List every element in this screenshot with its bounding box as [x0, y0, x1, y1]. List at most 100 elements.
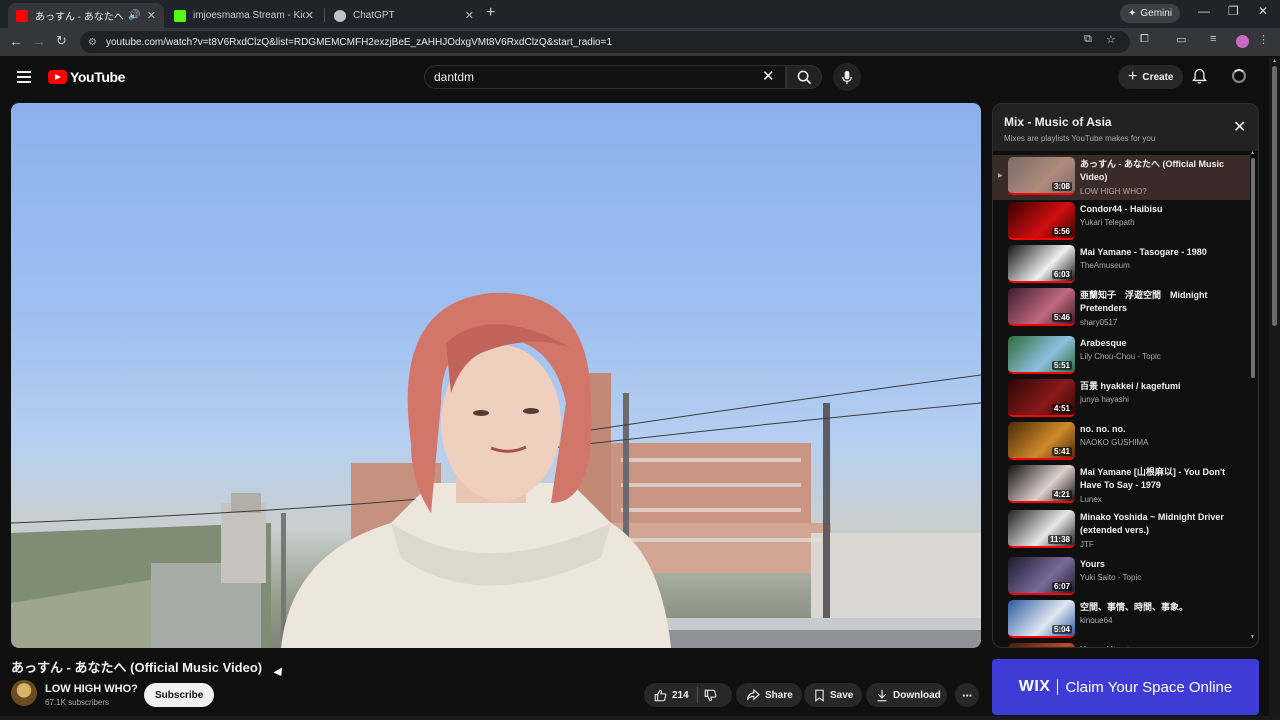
notifications-button[interactable] [1192, 68, 1207, 90]
playlist-thumbnail[interactable]: 5:51 [1008, 336, 1075, 374]
tab-youtube[interactable]: あっすん - あなたへ (Official M 🔊 ✕ [8, 3, 164, 28]
reload-icon[interactable]: ↻ [56, 33, 67, 49]
video-player[interactable] [11, 103, 981, 648]
playlist-item-channel: Lily Chou-Chou - Topic [1080, 352, 1161, 361]
duration-badge: 5:04 [1051, 625, 1072, 634]
playlist-item-title[interactable]: 亜蘭知子 浮遊空間 Midnight Pretenders [1080, 289, 1230, 315]
search-button[interactable] [786, 65, 822, 89]
youtube-logo[interactable]: YouTube [48, 69, 125, 85]
share-button[interactable]: Share [736, 683, 802, 707]
wix-ad-banner[interactable]: WIX Claim Your Space Online [992, 659, 1259, 715]
playlist-thumbnail[interactable]: 5:46 [1008, 288, 1075, 326]
reading-list-icon[interactable]: ≡ [1210, 33, 1216, 45]
browser-menu-icon[interactable]: ⋮ [1258, 33, 1269, 46]
playlist-item-title[interactable]: Arabesque [1080, 337, 1230, 350]
address-bar[interactable]: ⚙ youtube.com/watch?v=t8V6RxdClzQ&list=R… [80, 31, 1130, 53]
share-label: Share [765, 689, 793, 701]
voice-search-button[interactable] [833, 63, 861, 91]
download-button[interactable]: Download [866, 683, 947, 707]
ad-brand: WIX [1018, 678, 1051, 695]
playlist-scrollbar[interactable]: ▲ ▼ [1250, 150, 1256, 640]
playlist-thumbnail[interactable]: 5:41 [1008, 422, 1075, 460]
restore-icon[interactable]: ❐ [1228, 4, 1239, 18]
scroll-up-icon[interactable]: ▲ [1250, 150, 1255, 156]
page-scrollbar[interactable]: ▲ [1269, 58, 1280, 720]
account-avatar-loading[interactable] [1232, 69, 1246, 83]
gemini-button[interactable]: ✦ Gemini [1120, 4, 1181, 23]
extensions-icon[interactable]: ⧠ [1140, 33, 1149, 46]
browser-toolbar: ← → ↻ ⚙ youtube.com/watch?v=t8V6RxdClzQ&… [0, 28, 1280, 56]
back-icon[interactable]: ← [9, 33, 23, 49]
playlist-thumbnail[interactable]: 11:38 [1008, 510, 1075, 548]
playlist-item-title[interactable]: Yume Utsutsu [1080, 644, 1230, 647]
playlist-item[interactable]: 11:38 Minako Yoshida ~ Midnight Driver (e… [993, 508, 1250, 551]
playlist-item-title[interactable]: Yours [1080, 558, 1230, 571]
playlist-item[interactable]: 5:04 空間、事情、時間、事象。 kinoue64 [993, 598, 1250, 641]
install-app-icon[interactable]: ⧉ [1084, 33, 1092, 46]
playlist-item[interactable]: 5:41 no. no. no. NAOKO GUSHIMA [993, 420, 1250, 463]
channel-name[interactable]: LOW HIGH WHO? [45, 683, 138, 695]
channel-avatar[interactable] [11, 680, 37, 706]
forward-icon[interactable]: → [32, 33, 46, 49]
playlist-item-title[interactable]: Minako Yoshida ~ Midnight Driver (extend… [1080, 511, 1230, 537]
playlist-thumbnail[interactable]: 5:04 [1008, 600, 1075, 638]
playlist-thumbnail[interactable]: 4:21 [1008, 465, 1075, 503]
tab-search-icon[interactable]: ▭ [1176, 33, 1186, 46]
more-actions-button[interactable]: ··· [955, 683, 979, 707]
search-icon [797, 70, 811, 84]
site-info-icon[interactable]: ⚙ [88, 37, 104, 48]
playlist-thumbnail[interactable]: 4:51 [1008, 379, 1075, 417]
close-window-icon[interactable]: ✕ [1258, 4, 1268, 18]
playlist-item[interactable]: 6:07 Yours Yuki Saito - Topic [993, 555, 1250, 598]
playlist-item-title[interactable]: Mai Yamane - Tasogare - 1980 [1080, 246, 1230, 259]
playlist-item[interactable]: 4:21 Mai Yamane [山根麻以] - You Don't Have T… [993, 463, 1250, 506]
dislike-button[interactable] [704, 689, 717, 702]
playlist-item[interactable]: 5:51 Arabesque Lily Chou-Chou - Topic [993, 334, 1250, 377]
clear-search-icon[interactable]: ✕ [762, 67, 775, 85]
close-playlist-icon[interactable]: ✕ [1233, 117, 1246, 137]
thumbs-down-icon [704, 689, 717, 701]
minimize-icon[interactable]: — [1198, 4, 1210, 18]
share-arrow-icon [746, 689, 760, 701]
close-tab-icon[interactable]: ✕ [305, 9, 314, 22]
subscribe-button[interactable]: Subscribe [144, 683, 215, 707]
profile-avatar[interactable] [1236, 35, 1249, 48]
playlist-thumbnail[interactable]: 6:03 [1008, 245, 1075, 283]
playlist-item-title[interactable]: Mai Yamane [山根麻以] - You Don't Have To Sa… [1080, 466, 1230, 492]
like-count[interactable]: 214 [672, 690, 689, 701]
like-button[interactable] [654, 689, 667, 702]
playlist-item-title[interactable]: no. no. no. [1080, 423, 1230, 436]
playlist-thumbnail[interactable] [1008, 643, 1075, 647]
playlist-thumbnail[interactable]: 6:07 [1008, 557, 1075, 595]
youtube-play-logo-icon [48, 70, 67, 84]
close-tab-icon[interactable]: ✕ [465, 9, 474, 22]
tab-chatgpt[interactable]: ChatGPT ✕ [326, 3, 482, 28]
tab-kick[interactable]: imjoesmama Stream - Kick Das ✕ [166, 3, 322, 28]
playlist-title[interactable]: Mix - Music of Asia [1004, 115, 1112, 129]
playlist-item-title[interactable]: 空間、事情、時間、事象。 [1080, 601, 1230, 614]
search-input[interactable]: dantdm [424, 65, 786, 89]
url-text[interactable]: youtube.com/watch?v=t8V6RxdClzQ&list=RDG… [106, 37, 612, 48]
playlist-item-title[interactable]: あっすん - あなたへ (Official Music Video) [1080, 158, 1230, 184]
playlist-item-current[interactable]: ▶ 3:08 あっすん - あなたへ (Official Music Video) L… [993, 155, 1250, 200]
scroll-down-icon[interactable]: ▼ [1250, 634, 1255, 640]
speaker-icon[interactable]: 🔊 [128, 10, 140, 21]
menu-icon[interactable] [17, 71, 31, 83]
playlist-item[interactable]: 5:56 Condor44 - Haibisu Yukari Telepath [993, 200, 1250, 243]
playlist-thumbnail[interactable]: 3:08 [1008, 157, 1075, 195]
playlist-thumbnail[interactable]: 5:56 [1008, 202, 1075, 240]
page-scroll-up-icon[interactable]: ▲ [1272, 58, 1277, 64]
playlist-item[interactable]: 5:46 亜蘭知子 浮遊空間 Midnight Pretenders shary05… [993, 286, 1250, 329]
playlist-item[interactable]: 4:51 百景 hyakkei / kagefumi junya hayashi [993, 377, 1250, 420]
save-button[interactable]: Save [804, 683, 862, 707]
create-button[interactable]: + Create [1118, 65, 1184, 89]
new-tab-icon[interactable]: + [486, 4, 495, 22]
playlist-item[interactable]: 6:03 Mai Yamane - Tasogare - 1980 TheAmuse… [993, 243, 1250, 286]
playlist-item[interactable]: Yume Utsutsu [993, 641, 1250, 647]
close-tab-icon[interactable]: ✕ [147, 9, 156, 22]
page-scroll-thumb[interactable] [1272, 66, 1277, 326]
playlist-scroll-thumb[interactable] [1251, 158, 1255, 378]
bookmark-star-icon[interactable]: ☆ [1106, 33, 1116, 46]
playlist-item-title[interactable]: 百景 hyakkei / kagefumi [1080, 380, 1230, 393]
playlist-item-title[interactable]: Condor44 - Haibisu [1080, 203, 1230, 216]
